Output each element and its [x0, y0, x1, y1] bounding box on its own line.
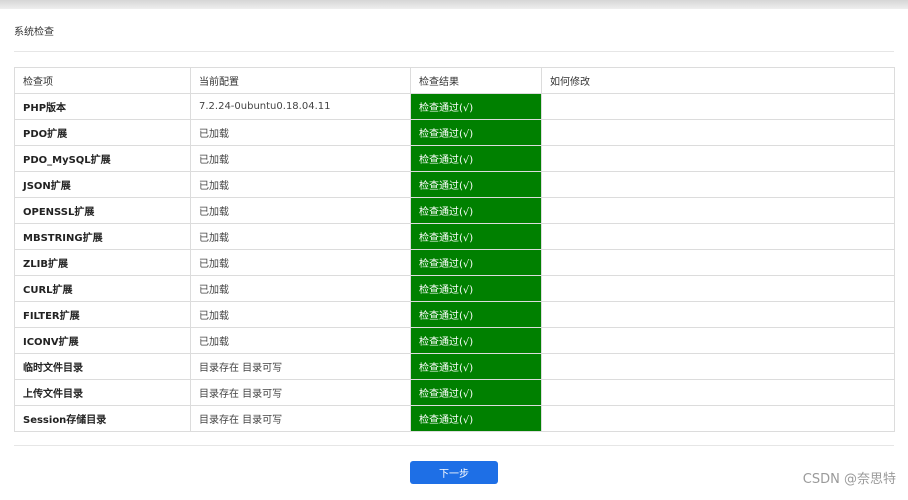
- row-item: PHP版本: [14, 93, 191, 120]
- row-fix: [541, 405, 895, 432]
- next-step-button[interactable]: 下一步: [410, 461, 498, 484]
- row-result-badge: 检查通过(√): [410, 119, 542, 146]
- row-fix: [541, 249, 895, 276]
- check-table: 检查项 当前配置 检查结果 如何修改 PHP版本 7.2.24-0ubuntu0…: [14, 67, 895, 432]
- row-fix: [541, 379, 895, 406]
- row-item: 临时文件目录: [14, 353, 191, 380]
- row-result-badge: 检查通过(√): [410, 275, 542, 302]
- row-item: JSON扩展: [14, 171, 191, 198]
- row-config: 7.2.24-0ubuntu0.18.04.11: [190, 93, 411, 120]
- row-result-badge: 检查通过(√): [410, 379, 542, 406]
- row-item: ZLIB扩展: [14, 249, 191, 276]
- row-config: 目录存在 目录可写: [190, 405, 411, 432]
- row-fix: [541, 93, 895, 120]
- table-row: Session存储目录 目录存在 目录可写 检查通过(√): [14, 405, 895, 432]
- table-row: FILTER扩展 已加载 检查通过(√): [14, 301, 895, 328]
- row-fix: [541, 145, 895, 172]
- row-fix: [541, 353, 895, 380]
- row-result-badge: 检查通过(√): [410, 197, 542, 224]
- row-result-badge: 检查通过(√): [410, 301, 542, 328]
- row-config: 已加载: [190, 301, 411, 328]
- row-config: 已加载: [190, 249, 411, 276]
- table-row: PDO_MySQL扩展 已加载 检查通过(√): [14, 145, 895, 172]
- table-row: CURL扩展 已加载 检查通过(√): [14, 275, 895, 302]
- header-how-to-fix: 如何修改: [541, 67, 895, 94]
- row-item: ICONV扩展: [14, 327, 191, 354]
- row-config: 已加载: [190, 223, 411, 250]
- row-item: CURL扩展: [14, 275, 191, 302]
- row-result-badge: 检查通过(√): [410, 327, 542, 354]
- row-config: 已加载: [190, 119, 411, 146]
- row-result-badge: 检查通过(√): [410, 223, 542, 250]
- row-item: FILTER扩展: [14, 301, 191, 328]
- table-row: MBSTRING扩展 已加载 检查通过(√): [14, 223, 895, 250]
- row-result-badge: 检查通过(√): [410, 93, 542, 120]
- row-item: OPENSSL扩展: [14, 197, 191, 224]
- row-fix: [541, 275, 895, 302]
- row-config: 已加载: [190, 171, 411, 198]
- row-item: 上传文件目录: [14, 379, 191, 406]
- row-config: 目录存在 目录可写: [190, 379, 411, 406]
- row-fix: [541, 301, 895, 328]
- row-result-badge: 检查通过(√): [410, 171, 542, 198]
- row-result-badge: 检查通过(√): [410, 249, 542, 276]
- row-result-badge: 检查通过(√): [410, 353, 542, 380]
- header-check-item: 检查项: [14, 67, 191, 94]
- table-row: JSON扩展 已加载 检查通过(√): [14, 171, 895, 198]
- row-fix: [541, 119, 895, 146]
- row-result-badge: 检查通过(√): [410, 405, 542, 432]
- row-fix: [541, 171, 895, 198]
- table-row: 临时文件目录 目录存在 目录可写 检查通过(√): [14, 353, 895, 380]
- table-row: 上传文件目录 目录存在 目录可写 检查通过(√): [14, 379, 895, 406]
- row-config: 已加载: [190, 197, 411, 224]
- row-item: Session存储目录: [14, 405, 191, 432]
- row-item: PDO扩展: [14, 119, 191, 146]
- table-row: OPENSSL扩展 已加载 检查通过(√): [14, 197, 895, 224]
- row-result-badge: 检查通过(√): [410, 145, 542, 172]
- table-row: ICONV扩展 已加载 检查通过(√): [14, 327, 895, 354]
- row-fix: [541, 327, 895, 354]
- row-fix: [541, 223, 895, 250]
- table-row: PHP版本 7.2.24-0ubuntu0.18.04.11 检查通过(√): [14, 93, 895, 120]
- divider-top: [14, 51, 894, 52]
- table-row: ZLIB扩展 已加载 检查通过(√): [14, 249, 895, 276]
- row-item: MBSTRING扩展: [14, 223, 191, 250]
- panel-title: 系统检查: [14, 27, 54, 38]
- table-row: PDO扩展 已加载 检查通过(√): [14, 119, 895, 146]
- header-current-config: 当前配置: [190, 67, 411, 94]
- table-header-row: 检查项 当前配置 检查结果 如何修改: [14, 67, 895, 94]
- row-config: 已加载: [190, 275, 411, 302]
- divider-bottom: [14, 445, 894, 446]
- row-config: 已加载: [190, 145, 411, 172]
- row-config: 目录存在 目录可写: [190, 353, 411, 380]
- row-fix: [541, 197, 895, 224]
- header-check-result: 检查结果: [410, 67, 542, 94]
- system-check-panel: 系统检查 检查项 当前配置 检查结果 如何修改 PHP版本 7.2.24-0ub…: [0, 9, 908, 500]
- row-config: 已加载: [190, 327, 411, 354]
- row-item: PDO_MySQL扩展: [14, 145, 191, 172]
- watermark-text: CSDN @奈思特: [802, 472, 896, 487]
